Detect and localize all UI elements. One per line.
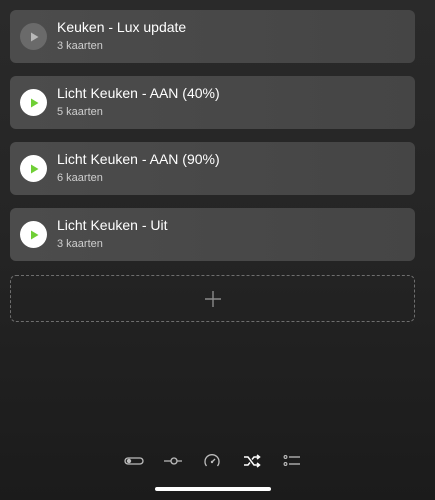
flow-title: Keuken - Lux update bbox=[57, 19, 187, 35]
flow-title: Licht Keuken - AAN (40%) bbox=[57, 85, 220, 101]
play-button[interactable] bbox=[20, 23, 47, 50]
plus-icon bbox=[204, 290, 221, 307]
flow-list: Keuken - Lux update 3 kaarten Licht Keuk… bbox=[10, 10, 415, 274]
flow-card-licht-aan-40[interactable]: Licht Keuken - AAN (40%) 5 kaarten bbox=[10, 76, 415, 129]
slider-icon[interactable] bbox=[161, 451, 185, 471]
play-icon bbox=[30, 164, 38, 173]
flow-card-lux-update[interactable]: Keuken - Lux update 3 kaarten bbox=[10, 10, 415, 63]
speedometer-icon[interactable] bbox=[200, 451, 224, 471]
flow-title: Licht Keuken - Uit bbox=[57, 217, 168, 233]
add-flow-button[interactable] bbox=[10, 275, 415, 322]
flow-card-count: 6 kaarten bbox=[57, 172, 103, 184]
flow-card-count: 5 kaarten bbox=[57, 106, 103, 118]
play-icon bbox=[30, 98, 38, 107]
play-button[interactable] bbox=[20, 155, 47, 182]
play-icon bbox=[30, 230, 38, 239]
shuffle-icon[interactable] bbox=[240, 451, 264, 471]
list-icon[interactable] bbox=[280, 451, 304, 471]
play-button[interactable] bbox=[20, 221, 47, 248]
flow-card-count: 3 kaarten bbox=[57, 40, 103, 52]
flow-card-count: 3 kaarten bbox=[57, 238, 103, 250]
toggle-icon[interactable] bbox=[122, 451, 146, 471]
bottom-nav bbox=[0, 451, 435, 471]
flow-card-licht-aan-90[interactable]: Licht Keuken - AAN (90%) 6 kaarten bbox=[10, 142, 415, 195]
flow-title: Licht Keuken - AAN (90%) bbox=[57, 151, 220, 167]
flow-card-licht-uit[interactable]: Licht Keuken - Uit 3 kaarten bbox=[10, 208, 415, 261]
play-button[interactable] bbox=[20, 89, 47, 116]
play-icon bbox=[30, 32, 38, 41]
home-indicator[interactable] bbox=[155, 487, 271, 491]
